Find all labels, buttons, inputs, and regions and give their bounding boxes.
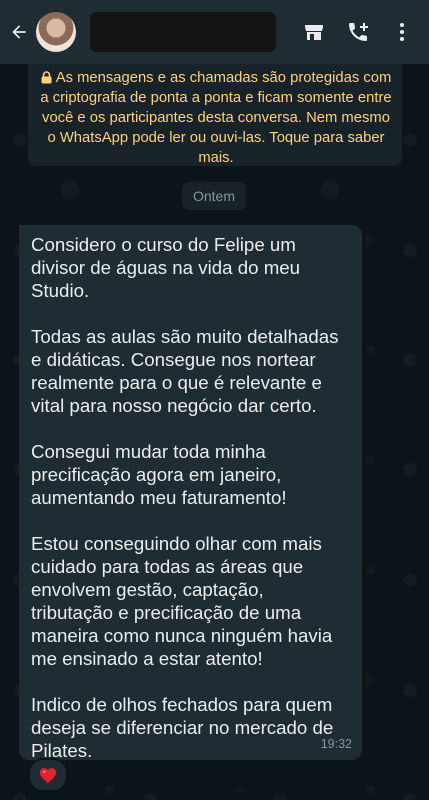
contact-name-redacted[interactable] — [90, 12, 276, 52]
more-options-button[interactable] — [385, 15, 419, 49]
message-paragraph: Todas as aulas são muito detalhadas e di… — [31, 326, 339, 416]
date-divider: Ontem — [182, 182, 246, 210]
heart-icon — [39, 768, 57, 784]
message-timestamp: 19:32 — [320, 737, 352, 751]
more-vert-icon — [400, 23, 404, 41]
message-reaction[interactable] — [28, 758, 68, 792]
message-bubble[interactable]: Considero o curso do Felipe um divisor d… — [19, 225, 362, 761]
add-call-button[interactable] — [341, 15, 375, 49]
message-paragraph: Estou conseguindo olhar com mais cuidado… — [31, 533, 333, 669]
chat-header — [0, 0, 429, 64]
message-paragraph: Consegui mudar toda minha precificação a… — [31, 441, 287, 508]
lock-icon — [41, 71, 52, 84]
store-icon — [305, 25, 323, 40]
encryption-notice[interactable]: As mensagens e as chamadas são protegida… — [28, 64, 402, 166]
catalog-button[interactable] — [297, 15, 331, 49]
add-call-icon — [349, 23, 368, 41]
back-button[interactable] — [4, 0, 34, 64]
contact-avatar[interactable] — [36, 12, 76, 52]
message-paragraph: Considero o curso do Felipe um divisor d… — [31, 234, 301, 301]
arrow-left-icon — [12, 25, 26, 39]
message-paragraph: Indico de olhos fechados para quem desej… — [31, 694, 334, 761]
encryption-notice-text: As mensagens e as chamadas são protegida… — [40, 70, 392, 166]
